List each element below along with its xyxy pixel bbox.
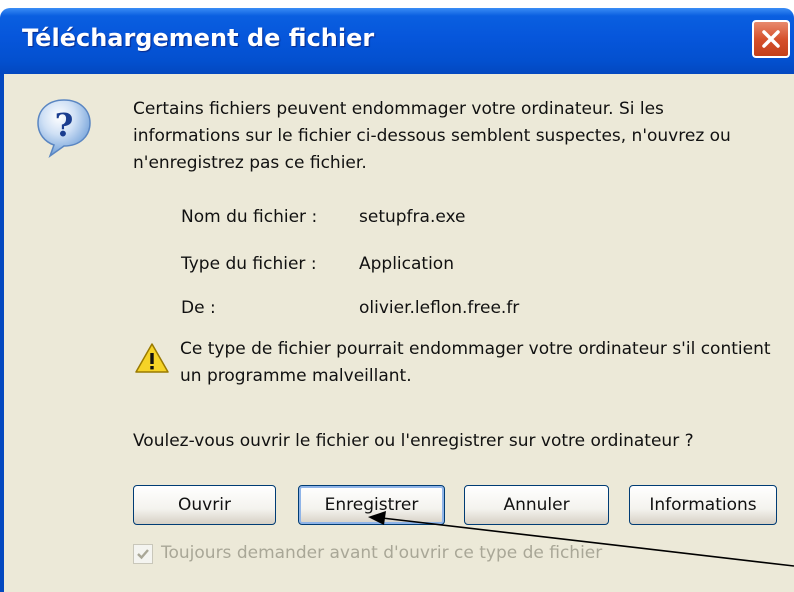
- annotation-arrow: [368, 511, 794, 567]
